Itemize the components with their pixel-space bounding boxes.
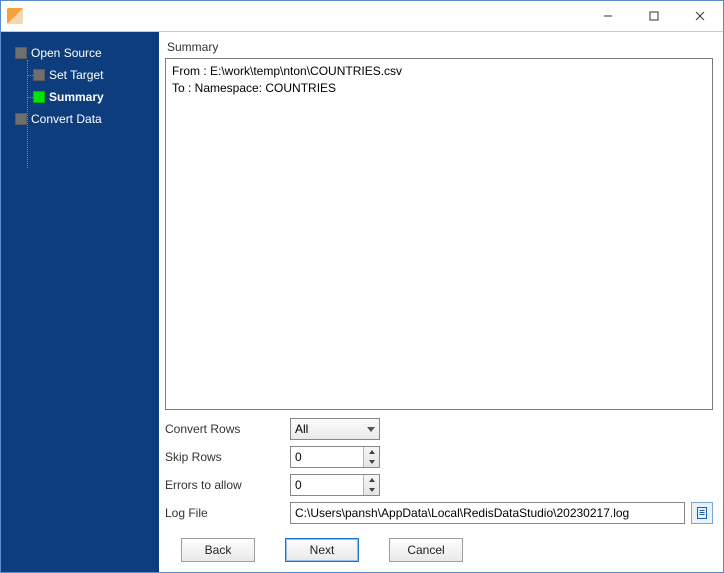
body: Open Source Set Target Summary Convert D… <box>1 31 723 572</box>
back-button[interactable]: Back <box>181 538 255 562</box>
step-indicator-icon <box>33 69 45 81</box>
section-title: Summary <box>165 38 713 58</box>
maximize-icon <box>649 11 659 21</box>
errors-input[interactable] <box>291 475 363 495</box>
close-button[interactable] <box>677 1 723 31</box>
close-icon <box>695 11 705 21</box>
caret-up-icon <box>369 478 375 482</box>
minimize-icon <box>603 11 613 21</box>
summary-textarea[interactable]: From : E:\work\temp\nton\COUNTRIES.csv T… <box>165 58 713 410</box>
sidebar-item-label: Set Target <box>49 68 103 82</box>
summary-line: To : Namespace: COUNTRIES <box>172 80 706 97</box>
spin-up-button[interactable] <box>364 475 379 485</box>
spinner-buttons <box>363 447 379 467</box>
sidebar-item-open-source[interactable]: Open Source <box>1 42 159 64</box>
app-icon <box>7 8 23 24</box>
titlebar <box>1 1 723 31</box>
skip-rows-label: Skip Rows <box>165 450 290 464</box>
spin-down-button[interactable] <box>364 457 379 467</box>
content-pane: Summary From : E:\work\temp\nton\COUNTRI… <box>159 32 723 572</box>
window-controls <box>585 1 723 31</box>
wizard-buttons: Back Next Cancel <box>165 524 713 562</box>
log-file-input[interactable] <box>290 502 685 524</box>
browse-log-button[interactable] <box>691 502 713 524</box>
spinner-buttons <box>363 475 379 495</box>
document-icon <box>696 507 708 519</box>
maximize-button[interactable] <box>631 1 677 31</box>
wizard-window: Open Source Set Target Summary Convert D… <box>0 0 724 573</box>
caret-down-icon <box>369 488 375 492</box>
caret-down-icon <box>369 460 375 464</box>
sidebar-item-label: Summary <box>49 90 104 104</box>
sidebar-item-set-target[interactable]: Set Target <box>1 64 159 86</box>
minimize-button[interactable] <box>585 1 631 31</box>
chevron-down-icon <box>367 427 375 432</box>
spin-down-button[interactable] <box>364 485 379 495</box>
options-form: Convert Rows All Skip Rows <box>165 418 713 524</box>
caret-up-icon <box>369 450 375 454</box>
sidebar-item-summary[interactable]: Summary <box>1 86 159 108</box>
sidebar-item-convert-data[interactable]: Convert Data <box>1 108 159 130</box>
cancel-button[interactable]: Cancel <box>389 538 463 562</box>
step-indicator-icon <box>15 47 27 59</box>
step-indicator-icon <box>33 91 45 103</box>
errors-stepper[interactable] <box>290 474 380 496</box>
spin-up-button[interactable] <box>364 447 379 457</box>
log-file-label: Log File <box>165 506 290 520</box>
step-indicator-icon <box>15 113 27 125</box>
skip-rows-stepper[interactable] <box>290 446 380 468</box>
sidebar-item-label: Open Source <box>31 46 102 60</box>
convert-rows-select[interactable]: All <box>290 418 380 440</box>
errors-label: Errors to allow <box>165 478 290 492</box>
convert-rows-value: All <box>295 422 308 436</box>
next-button[interactable]: Next <box>285 538 359 562</box>
wizard-sidebar: Open Source Set Target Summary Convert D… <box>1 32 159 572</box>
convert-rows-label: Convert Rows <box>165 422 290 436</box>
summary-line: From : E:\work\temp\nton\COUNTRIES.csv <box>172 63 706 80</box>
skip-rows-input[interactable] <box>291 447 363 467</box>
sidebar-item-label: Convert Data <box>31 112 102 126</box>
